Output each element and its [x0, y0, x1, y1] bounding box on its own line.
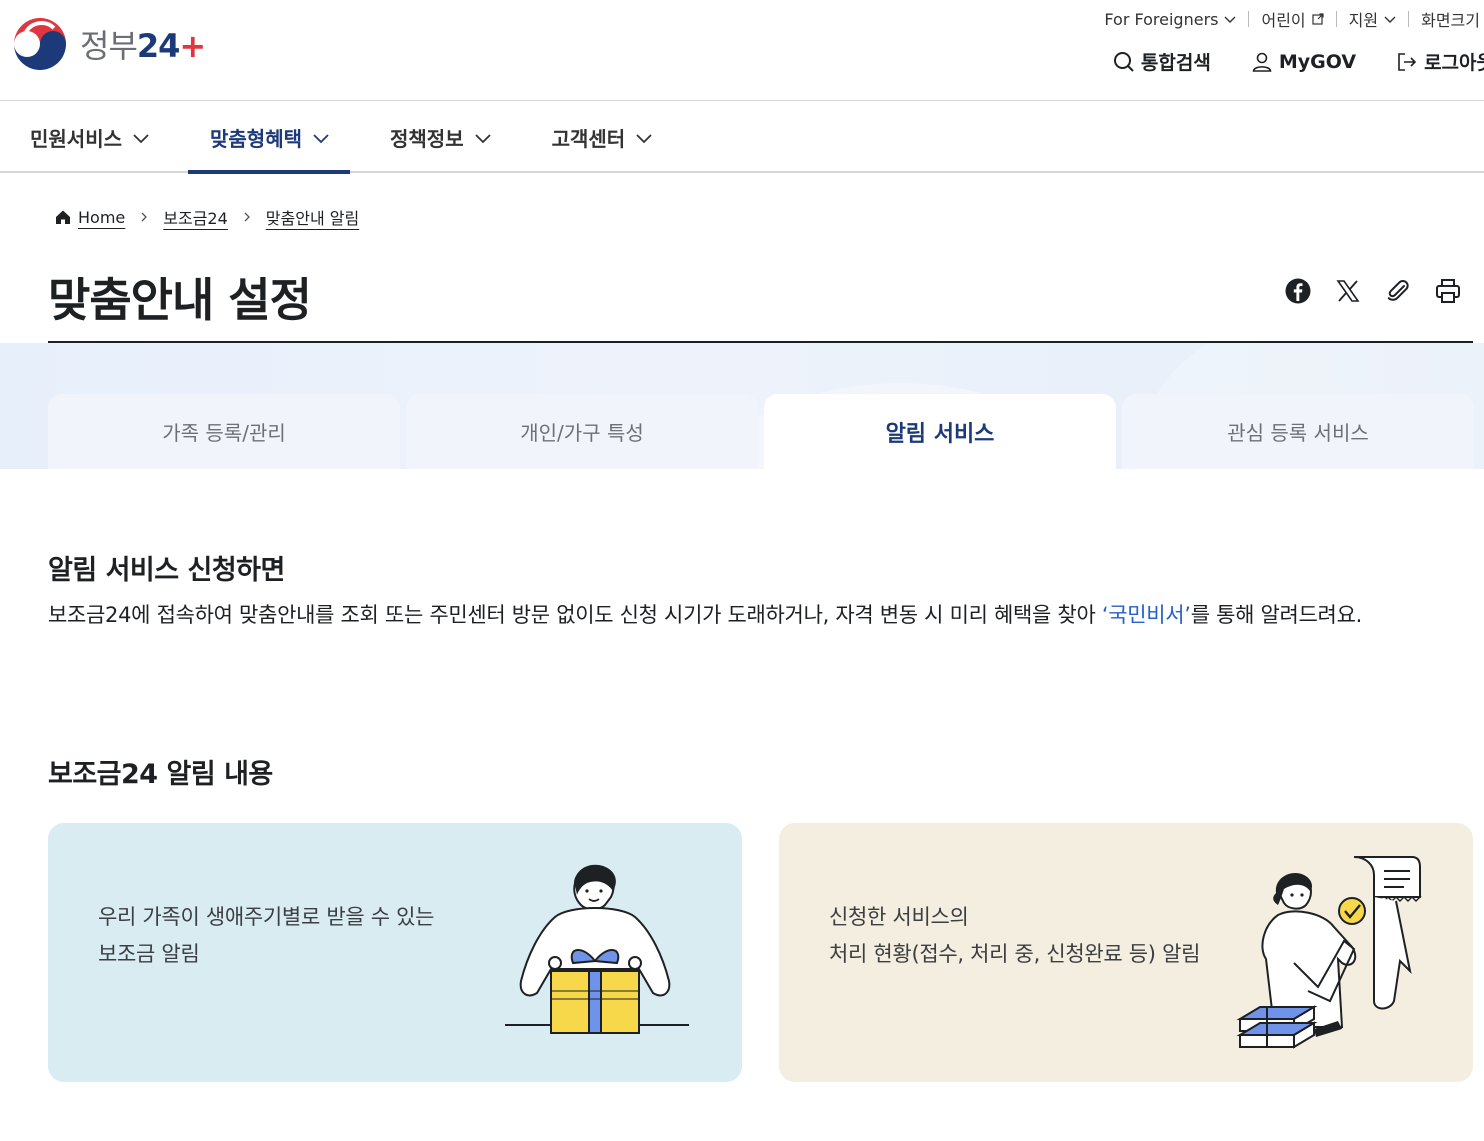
document-check-illustration-icon [1236, 856, 1422, 1049]
facebook-share-button[interactable] [1284, 274, 1312, 308]
tab-household-traits[interactable]: 개인/가구 특성 [406, 394, 758, 469]
tab-interest-registration[interactable]: 관심 등록 서비스 [1122, 394, 1474, 469]
kids-link[interactable]: 어린이 [1249, 7, 1335, 31]
font-size-menu[interactable]: 화면크기 [1409, 7, 1484, 31]
breadcrumb-home[interactable]: Home [78, 208, 125, 227]
print-button[interactable] [1434, 274, 1462, 308]
gnb-item-label: 고객센터 [551, 127, 626, 151]
card-text: 신청한 서비스의 처리 현황(접수, 처리 중, 신청완료 등) 알림 [829, 899, 1200, 973]
card-line: 우리 가족이 생애주기별로 받을 수 있는 [98, 905, 435, 929]
section-heading-apply: 알림 서비스 신청하면 [48, 555, 285, 586]
for-foreigners-link[interactable]: For Foreigners [1092, 10, 1248, 29]
user-icon [1252, 52, 1272, 72]
notice-card-status: 신청한 서비스의 처리 현황(접수, 처리 중, 신청완료 등) 알림 [779, 823, 1473, 1082]
tab-family-management[interactable]: 가족 등록/관리 [48, 394, 400, 469]
facebook-icon [1285, 278, 1311, 304]
site-logo[interactable]: 정부24+ [10, 14, 206, 74]
breadcrumb: Home 보조금24 맞춤안내 알림 [54, 205, 359, 229]
card-line: 보조금 알림 [98, 942, 200, 966]
printer-icon [1436, 279, 1460, 303]
logout-label: 로그아웃 [1424, 52, 1484, 74]
x-share-button[interactable] [1334, 274, 1362, 308]
gnb-item-civil-service[interactable]: 민원서비스 [30, 102, 170, 173]
desc-text-end: 를 통해 알려드려요. [1190, 603, 1363, 627]
section-description: 보조금24에 접속하여 맞춤안내를 조회 또는 주민센터 방문 없이도 신청 시… [48, 597, 1378, 634]
integrated-search-button[interactable]: 통합검색 [1113, 48, 1211, 75]
gnb-item-label: 민원서비스 [30, 127, 122, 151]
header-actions: 통합검색 MyGOV 로그아웃 [1073, 48, 1484, 75]
notice-card-subsidy: 우리 가족이 생애주기별로 받을 수 있는 보조금 알림 [48, 823, 742, 1082]
global-navigation: 민원서비스 맞춤형혜택 정책정보 고객센터 [0, 102, 1484, 174]
card-text: 우리 가족이 생애주기별로 받을 수 있는 보조금 알림 [98, 899, 435, 973]
page-title: 맞춤안내 설정 [48, 273, 312, 327]
chevron-down-icon [636, 133, 652, 143]
national-secretary-highlight: ‘국민비서’ [1101, 603, 1191, 627]
settings-tabs: 가족 등록/관리 개인/가구 특성 알림 서비스 관심 등록 서비스 [48, 394, 1474, 469]
support-label: 지원 [1348, 11, 1379, 30]
for-foreigners-label: For Foreigners [1104, 9, 1219, 29]
chevron-down-icon [313, 133, 329, 143]
x-icon [1336, 280, 1360, 302]
search-icon [1113, 51, 1134, 72]
font-size-label: 화면크기 [1421, 11, 1480, 30]
card-line: 처리 현황(접수, 처리 중, 신청완료 등) 알림 [829, 942, 1201, 966]
gnb-item-custom-benefits[interactable]: 맞춤형혜택 [188, 102, 350, 174]
desc-text: 보조금24에 접속하여 맞춤안내를 조회 또는 주민센터 방문 없이도 신청 시… [48, 603, 1102, 627]
paperclip-icon [1387, 279, 1409, 301]
home-icon [56, 210, 70, 224]
external-link-icon [1312, 13, 1324, 25]
logout-button[interactable]: 로그아웃 [1396, 48, 1484, 75]
site-header: 정부24+ For Foreigners 어린이 지원 화면크기 통합검색 My… [0, 0, 1484, 101]
kids-label: 어린이 [1261, 11, 1306, 30]
gnb-item-customer-center[interactable]: 고객센터 [552, 102, 674, 173]
gnb-item-label: 맞춤형혜택 [210, 127, 302, 151]
chevron-down-icon [1224, 16, 1236, 23]
gift-person-illustration-icon [505, 864, 689, 1034]
logo-wordmark: 정부24+ [80, 27, 206, 65]
tab-notification-service[interactable]: 알림 서비스 [764, 394, 1116, 469]
mygov-button[interactable]: MyGOV [1251, 51, 1356, 73]
breadcrumb-custom-notice[interactable]: 맞춤안내 알림 [266, 205, 359, 229]
logout-icon [1398, 52, 1417, 71]
chevron-down-icon [133, 133, 149, 143]
chevron-down-icon [474, 133, 491, 143]
chevron-down-icon [1384, 16, 1396, 23]
card-line: 신청한 서비스의 [829, 905, 969, 929]
search-label: 통합검색 [1140, 52, 1211, 74]
gnb-item-label: 정책정보 [390, 127, 464, 151]
utility-menu: For Foreigners 어린이 지원 화면크기 [1092, 6, 1484, 32]
gnb-item-policy-info[interactable]: 정책정보 [390, 102, 512, 173]
mygov-label: MyGOV [1278, 50, 1357, 73]
breadcrumb-subsidy24[interactable]: 보조금24 [163, 205, 228, 229]
copy-link-button[interactable] [1384, 274, 1412, 308]
support-menu[interactable]: 지원 [1337, 7, 1408, 31]
chevron-right-icon [141, 212, 148, 222]
chevron-right-icon [244, 212, 250, 222]
section-heading-content: 보조금24 알림 내용 [48, 759, 273, 790]
taegeuk-logo-icon [11, 15, 69, 73]
share-toolbar [1284, 274, 1462, 308]
